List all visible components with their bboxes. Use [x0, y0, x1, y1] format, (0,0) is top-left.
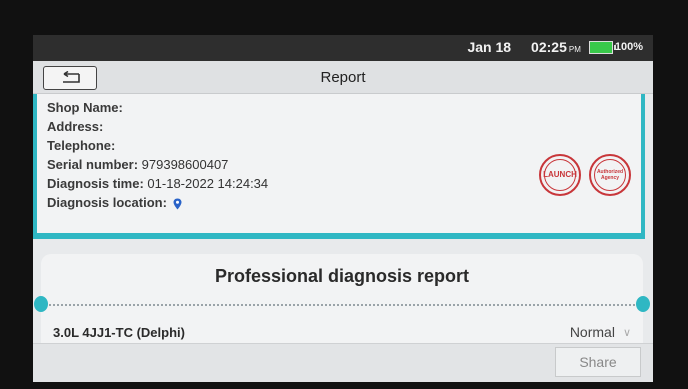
ecu-status-dropdown[interactable]: Normal ∨ [570, 324, 631, 340]
title-bar: Report [33, 61, 653, 94]
device-screen: Jan 18 02:25 PM 100% Report Shop Name: Ad… [33, 35, 653, 382]
chevron-down-icon: ∨ [622, 326, 631, 339]
status-bar: Jan 18 02:25 PM 100% [33, 35, 653, 59]
report-app: Report Shop Name: Address: Telephone: Se… [33, 61, 653, 382]
status-date: Jan 18 [467, 39, 512, 55]
serial-label: Serial number: [47, 157, 139, 172]
address-row: Address: [47, 117, 631, 136]
agency-stamp-text: Authorized Agency [594, 159, 626, 191]
battery-icon [588, 40, 616, 54]
status-ampm: PM [568, 45, 581, 54]
authorized-agency-stamp: Authorized Agency [589, 154, 631, 196]
back-button[interactable] [43, 66, 97, 90]
telephone-label: Telephone: [47, 138, 116, 153]
launch-stamp-text: LAUNCH [543, 159, 577, 191]
report-title: Professional diagnosis report [214, 266, 470, 286]
card-notch-right [636, 296, 650, 312]
ecu-status-value: Normal [569, 324, 615, 340]
diag-location-label: Diagnosis location: [47, 195, 167, 210]
shop-name-row: Shop Name: [47, 98, 631, 117]
status-time: 02:25 PM [531, 39, 581, 55]
location-pin-icon[interactable] [173, 198, 182, 210]
shop-info-card: Shop Name: Address: Telephone: Serial nu… [33, 94, 645, 239]
diag-time-value: 01-18-2022 14:24:34 [147, 176, 269, 191]
battery-indicator: 100% [588, 40, 643, 54]
diag-time-label: Diagnosis time: [47, 176, 144, 191]
bottom-toolbar: Share [33, 343, 653, 382]
telephone-row: Telephone: [47, 136, 631, 155]
dotted-divider [49, 304, 635, 306]
ecu-row[interactable]: 3.0L 4JJ1-TC (Delphi) Normal ∨ [53, 320, 631, 344]
back-arrow-icon [63, 71, 80, 83]
diag-location-row: Diagnosis location: [47, 193, 631, 212]
ecu-name: 3.0L 4JJ1-TC (Delphi) [53, 324, 185, 340]
battery-level: 100% [614, 41, 643, 53]
card-notch-left [34, 296, 48, 312]
shop-name-label: Shop Name: [47, 100, 123, 115]
address-label: Address: [47, 119, 104, 134]
serial-value: 979398600407 [141, 157, 229, 172]
share-button[interactable]: Share [555, 347, 641, 377]
launch-stamp: LAUNCH [539, 154, 581, 196]
page-title: Report [320, 68, 366, 86]
status-time-value: 02:25 [531, 39, 567, 55]
